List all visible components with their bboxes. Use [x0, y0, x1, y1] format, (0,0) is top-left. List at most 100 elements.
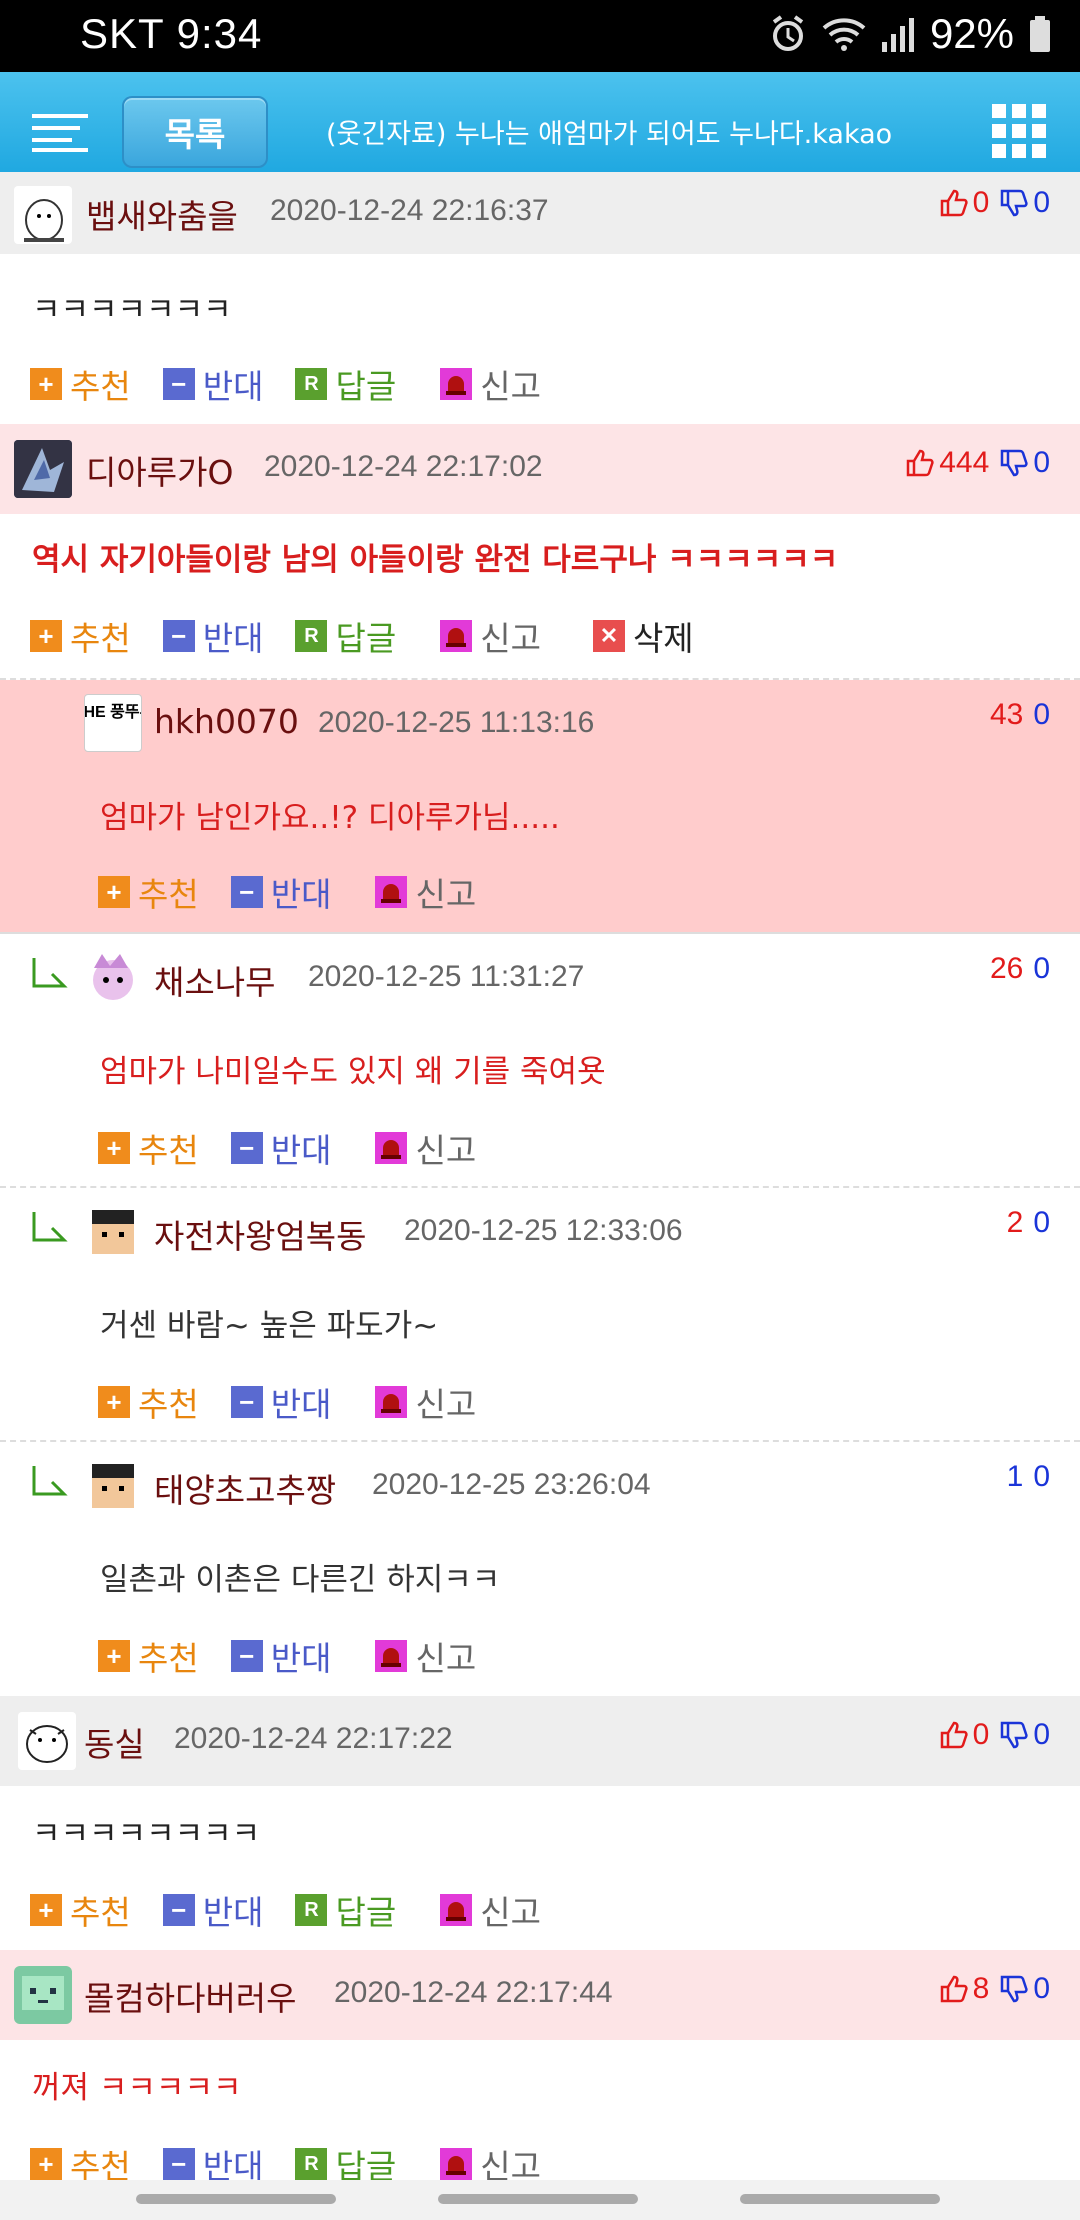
plus-icon: +	[30, 2148, 62, 2180]
reply-icon: R	[295, 368, 328, 400]
nav-home-button[interactable]	[438, 2194, 638, 2204]
report-button[interactable]: 신고	[375, 1632, 476, 1680]
nav-back-button[interactable]	[740, 2194, 940, 2204]
downvote-count: 0	[1033, 698, 1050, 731]
oppose-button[interactable]: − 반대	[230, 1378, 331, 1426]
siren-icon	[440, 1894, 473, 1926]
minus-icon: −	[162, 2148, 195, 2180]
reply-button[interactable]: R 답글	[295, 1886, 396, 1934]
report-button[interactable]: 신고	[440, 1886, 541, 1934]
oppose-button[interactable]: − 반대	[230, 868, 331, 916]
reply-icon: R	[295, 620, 328, 652]
report-button[interactable]: 신고	[375, 1378, 476, 1426]
reply-comment: 자전차왕엄복동 2020-12-25 12:33:06 2 0 거센 바람~ 높…	[0, 1188, 1080, 1440]
avatar[interactable]: THE 풍뚜루	[84, 694, 142, 752]
thumbs-up-icon[interactable]	[939, 188, 969, 218]
avatar[interactable]	[14, 1966, 72, 2024]
upvote-count: 26	[989, 952, 1024, 985]
close-icon: ✕	[592, 620, 625, 652]
downvote-count: 0	[1033, 1206, 1050, 1239]
reply-button[interactable]: R 답글	[295, 360, 396, 408]
comment-date: 2020-12-24 22:17:02	[264, 450, 543, 483]
reply-button[interactable]: R 답글	[295, 612, 396, 660]
nav-recent-button[interactable]	[136, 2194, 336, 2204]
comment-author[interactable]: 동실	[84, 1718, 145, 1766]
upvote-count: 444	[939, 446, 990, 479]
recommend-button[interactable]: + 추천	[98, 1124, 199, 1172]
reply-comment: 채소나무 2020-12-25 11:31:27 26 0 엄마가 나미일수도 …	[0, 934, 1080, 1186]
comment-header: 동실 2020-12-24 22:17:22 0 0	[0, 1696, 1080, 1786]
comment-date: 2020-12-25 11:13:16	[318, 706, 595, 739]
comment-date: 2020-12-25 12:33:06	[404, 1214, 683, 1247]
comment-author[interactable]: 뱁새와춤을	[86, 190, 238, 238]
minus-icon: −	[230, 1640, 263, 1672]
oppose-button[interactable]: − 반대	[162, 360, 263, 408]
comment-author[interactable]: 몰컴하다버러우	[84, 1972, 297, 2020]
avatar[interactable]	[14, 440, 72, 498]
recommend-button[interactable]: + 추천	[30, 612, 131, 660]
report-button[interactable]: 신고	[375, 868, 476, 916]
plus-icon: +	[30, 1894, 62, 1926]
menu-icon[interactable]	[32, 112, 88, 154]
plus-icon: +	[98, 876, 130, 908]
recommend-button[interactable]: + 추천	[98, 1378, 199, 1426]
alarm-icon	[772, 15, 804, 51]
thumbs-down-icon[interactable]	[999, 1974, 1029, 2004]
thumbs-down-icon[interactable]	[999, 448, 1029, 478]
avatar[interactable]	[84, 1202, 142, 1260]
vote-counts: 26 0	[990, 952, 1050, 986]
reply-icon: R	[295, 2148, 328, 2180]
oppose-button[interactable]: − 반대	[162, 1886, 263, 1934]
siren-icon	[440, 620, 473, 652]
oppose-button[interactable]: − 반대	[230, 1124, 331, 1172]
siren-icon	[440, 368, 473, 400]
upvote-count: 0	[972, 1718, 990, 1751]
delete-button[interactable]: ✕ 삭제	[592, 612, 694, 660]
comment-text: 엄마가 남인가요..!? 디아루가님.....	[100, 800, 560, 836]
thumbs-down-icon[interactable]	[999, 188, 1029, 218]
avatar[interactable]	[84, 1456, 142, 1514]
recommend-button[interactable]: + 추천	[98, 868, 199, 916]
bottom-nav-bar	[0, 2180, 1080, 2220]
downvote-count: 0	[1033, 952, 1050, 985]
comment: 디아루가O 2020-12-24 22:17:02 444 0 역시 자기아들이…	[0, 424, 1080, 678]
avatar[interactable]	[84, 948, 142, 1006]
comment-date: 2020-12-24 22:17:44	[334, 1976, 613, 2009]
minus-icon: −	[230, 1386, 263, 1418]
report-button[interactable]: 신고	[440, 612, 541, 660]
recommend-button[interactable]: + 추천	[30, 360, 131, 408]
vote-counts: 43 0	[990, 698, 1050, 732]
reply-comment: THE 풍뚜루 hkh0070 2020-12-25 11:13:16 43 0…	[0, 680, 1080, 932]
recommend-button[interactable]: + 추천	[98, 1632, 199, 1680]
comment-author[interactable]: hkh0070	[154, 702, 299, 741]
recommend-button[interactable]: + 추천	[30, 1886, 131, 1934]
thumbs-up-icon[interactable]	[905, 448, 935, 478]
reply-arrow-icon	[32, 1466, 68, 1496]
report-button[interactable]: 신고	[375, 1124, 476, 1172]
comment-text: 일촌과 이촌은 다른긴 하지ㅋㅋ	[100, 1562, 501, 1598]
oppose-button[interactable]: − 반대	[230, 1632, 331, 1680]
comment-text: 역시 자기아들이랑 남의 아들이랑 완전 다르구나 ㅋㅋㅋㅋㅋㅋ	[32, 542, 839, 578]
thumbs-up-icon[interactable]	[939, 1720, 969, 1750]
comment-text: 엄마가 나미일수도 있지 왜 기를 죽여욧	[100, 1054, 606, 1090]
plus-icon: +	[98, 1640, 130, 1672]
avatar[interactable]	[14, 186, 72, 244]
plus-icon: +	[30, 368, 62, 400]
downvote-count: 0	[1033, 1972, 1050, 2005]
comment-author[interactable]: 태양초고추짱	[154, 1464, 336, 1512]
comment: 뱁새와춤을 2020-12-24 22:16:37 0 0 ㅋㅋㅋㅋㅋㅋㅋ + 추…	[0, 172, 1080, 424]
avatar[interactable]	[18, 1712, 76, 1770]
comment-actions: + 추천 − 반대 R 답글 신고	[30, 360, 573, 408]
thumbs-down-icon[interactable]	[999, 1720, 1029, 1750]
siren-icon	[375, 1132, 408, 1164]
report-button[interactable]: 신고	[440, 360, 541, 408]
siren-icon	[375, 1386, 408, 1418]
comment-author[interactable]: 자전차왕엄복동	[154, 1210, 367, 1258]
minus-icon: −	[162, 1894, 195, 1926]
grid-menu-icon[interactable]	[992, 104, 1046, 158]
comment-author[interactable]: 디아루가O	[86, 446, 233, 494]
oppose-button[interactable]: − 반대	[162, 612, 263, 660]
thumbs-up-icon[interactable]	[939, 1974, 969, 2004]
comment-author[interactable]: 채소나무	[154, 956, 275, 1004]
list-button[interactable]: 목록	[122, 96, 268, 168]
